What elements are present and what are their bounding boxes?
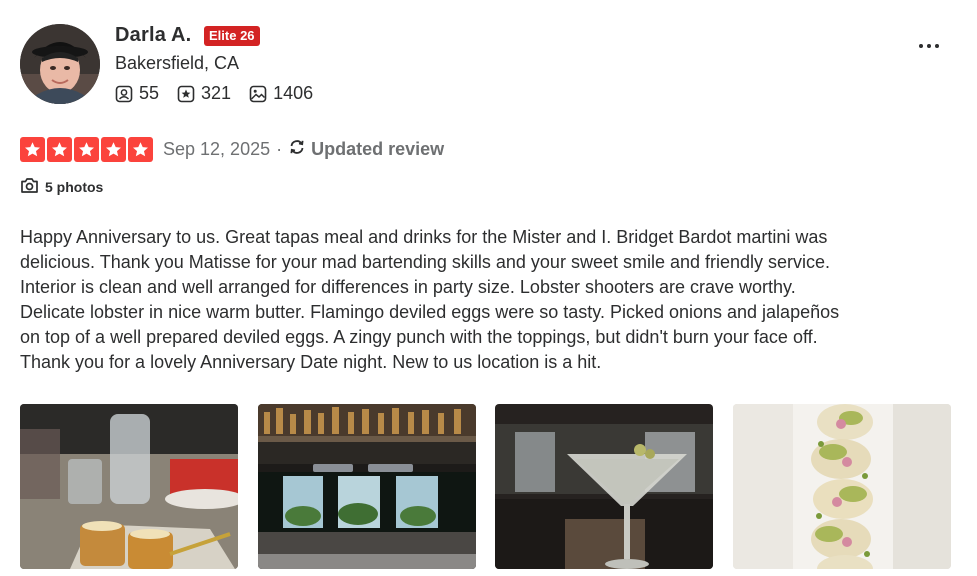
review-card: Darla A. Elite 26 Bakersfield, CA 55 321… xyxy=(0,0,977,576)
reviews-stat: 321 xyxy=(177,83,231,104)
updated-review-label: Updated review xyxy=(311,138,445,159)
updated-review-link[interactable]: Updated review xyxy=(288,138,444,161)
user-name[interactable]: Darla A. xyxy=(115,24,191,47)
user-stats: 55 321 1406 xyxy=(115,83,313,104)
review-photo-bar-shelves[interactable] xyxy=(258,404,476,569)
star-icon xyxy=(101,136,126,162)
photos-link[interactable]: 5 photos xyxy=(20,177,103,197)
camera-icon xyxy=(20,177,39,197)
more-options-button[interactable] xyxy=(911,34,947,58)
user-avatar[interactable] xyxy=(20,24,100,104)
rating-row: Sep 12, 2025 · Updated review xyxy=(20,136,444,162)
star-rating xyxy=(20,136,153,162)
reviews-count: 321 xyxy=(201,83,232,103)
photos-stat: 1406 xyxy=(249,83,313,104)
refresh-icon xyxy=(288,138,306,161)
more-horizontal-icon xyxy=(919,44,923,48)
review-photo-martini[interactable] xyxy=(495,404,713,569)
star-icon xyxy=(47,136,72,162)
photos-link-label: 5 photos xyxy=(45,179,104,195)
star-icon xyxy=(128,136,153,162)
star-icon xyxy=(20,136,45,162)
photos-count: 1406 xyxy=(273,83,314,103)
review-text: Happy Anniversary to us. Great tapas mea… xyxy=(20,227,840,372)
user-location: Bakersfield, CA xyxy=(115,53,240,73)
elite-badge[interactable]: Elite 26 xyxy=(204,26,260,46)
review-photo-drinks-table[interactable] xyxy=(20,404,238,569)
review-star-icon xyxy=(177,85,195,103)
star-icon xyxy=(74,136,99,162)
separator-dot: · xyxy=(276,138,283,159)
review-photo-deviled-eggs[interactable] xyxy=(733,404,951,569)
friends-stat: 55 xyxy=(115,83,159,104)
friends-count: 55 xyxy=(139,83,160,103)
photo-icon xyxy=(249,85,267,103)
friends-icon xyxy=(115,85,133,103)
review-date: Sep 12, 2025 xyxy=(163,138,271,159)
